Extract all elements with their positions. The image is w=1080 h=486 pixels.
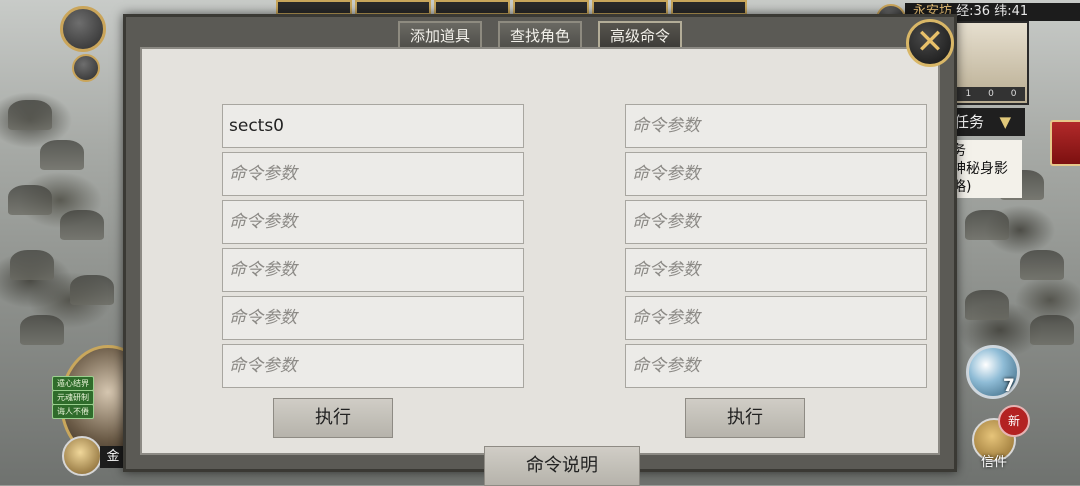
left-param-column	[222, 104, 524, 392]
execute-left-button[interactable]: 执行	[273, 398, 393, 438]
top-item-slots	[276, 0, 747, 15]
map-tile	[40, 140, 84, 170]
map-tile	[60, 210, 104, 240]
coordinates-text: 经:36 纬:41	[956, 4, 1029, 19]
minimap-count: 0	[988, 89, 994, 99]
gm-command-dialog: 添加道具 查找角色 高级命令 执行 执行 命令说明	[123, 14, 957, 486]
item-slot[interactable]	[276, 0, 352, 15]
map-tile	[8, 100, 52, 130]
command-param-input-left-6[interactable]	[222, 344, 524, 388]
minimap-counts: 1 0 0	[957, 87, 1025, 101]
new-badge: 新	[998, 405, 1030, 437]
compass-icon[interactable]	[72, 54, 100, 82]
command-help-button[interactable]: 命令说明	[484, 446, 640, 486]
command-param-input-right-6[interactable]	[625, 344, 927, 388]
item-slot[interactable]	[671, 0, 747, 15]
buff-tag: 元魂研制	[52, 390, 94, 405]
quest-line: 务	[952, 143, 966, 159]
yin-yang-count: 7	[1003, 376, 1015, 396]
quest-line: 略)	[952, 179, 972, 195]
map-tile	[70, 275, 114, 305]
command-param-input-right-4[interactable]	[625, 248, 927, 292]
minimap[interactable]: 1 0 0	[953, 21, 1029, 105]
chevron-down-icon: ▼	[999, 113, 1011, 131]
item-slot[interactable]	[513, 0, 589, 15]
right-param-column	[625, 104, 927, 392]
item-slot[interactable]	[592, 0, 668, 15]
map-tile	[20, 315, 64, 345]
command-param-input-left-3[interactable]	[222, 200, 524, 244]
command-param-input-left-1[interactable]	[222, 104, 524, 148]
minimap-count: 1	[965, 89, 972, 99]
map-tile	[8, 185, 52, 215]
command-param-input-left-2[interactable]	[222, 152, 524, 196]
item-slot[interactable]	[355, 0, 431, 15]
buff-tag: 遁心结界	[52, 376, 94, 391]
map-tile	[1020, 250, 1064, 280]
item-slot[interactable]	[434, 0, 510, 15]
scroll-icon[interactable]	[60, 6, 106, 52]
command-param-input-right-2[interactable]	[625, 152, 927, 196]
map-tile	[965, 210, 1009, 240]
command-param-input-right-3[interactable]	[625, 200, 927, 244]
quest-line: 神秘身影	[952, 161, 1008, 177]
quest-tab-label: 任务	[954, 113, 985, 131]
command-param-input-left-4[interactable]	[222, 248, 524, 292]
execute-right-button[interactable]: 执行	[685, 398, 805, 438]
mail-label: 信件	[981, 455, 1008, 470]
command-param-input-right-1[interactable]	[625, 104, 927, 148]
close-icon[interactable]: ✕	[906, 19, 954, 67]
map-tile	[1030, 315, 1074, 345]
fist-icon[interactable]	[62, 436, 102, 476]
minimap-count: 0	[1010, 89, 1017, 99]
red-book-icon[interactable]	[1050, 120, 1080, 166]
dialog-content: 执行 执行 命令说明	[140, 47, 940, 486]
buff-tag: 诲人不倦	[52, 404, 94, 419]
map-tile	[10, 250, 54, 280]
command-param-input-left-5[interactable]	[222, 296, 524, 340]
map-tile	[965, 290, 1009, 320]
command-param-input-right-5[interactable]	[625, 296, 927, 340]
